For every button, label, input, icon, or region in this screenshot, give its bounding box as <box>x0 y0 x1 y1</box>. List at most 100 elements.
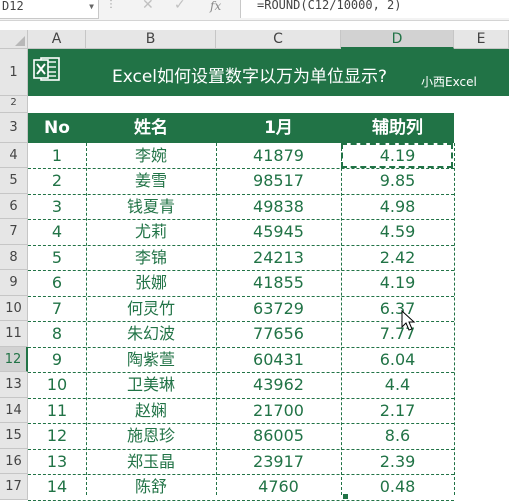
cell-name[interactable]: 陶紫萱 <box>86 347 216 372</box>
row-header-9[interactable]: 9 <box>0 270 28 296</box>
table-header-month[interactable]: 1月 <box>216 113 341 143</box>
cell-no[interactable]: 6 <box>28 270 86 296</box>
cell-name[interactable]: 施恩珍 <box>86 423 216 449</box>
cell-month[interactable]: 49838 <box>216 194 341 219</box>
cell-no[interactable]: 8 <box>28 321 86 347</box>
column-divider <box>454 143 455 495</box>
selected-cell[interactable] <box>341 143 453 168</box>
cell-month[interactable]: 24213 <box>216 245 341 270</box>
cell-no[interactable]: 13 <box>28 449 86 474</box>
excel-logo-icon <box>33 57 60 81</box>
row-header-4[interactable]: 4 <box>0 143 28 168</box>
fill-handle[interactable] <box>343 494 348 499</box>
row-header-11[interactable]: 11 <box>0 321 28 347</box>
row-header-5[interactable]: 5 <box>0 168 28 194</box>
cell-name[interactable]: 尤莉 <box>86 219 216 245</box>
cell-name[interactable]: 陈舒 <box>86 474 216 500</box>
cell-helper[interactable]: 2.39 <box>341 449 454 474</box>
row-header-16[interactable]: 16 <box>0 449 28 474</box>
cell-month[interactable]: 77656 <box>216 321 341 347</box>
title-banner: Excel如何设置数字以万为单位显示? 小西Excel <box>28 49 509 96</box>
cell-name[interactable]: 李锦 <box>86 245 216 270</box>
row-header-8[interactable]: 8 <box>0 245 28 270</box>
column-header-c[interactable]: C <box>216 30 341 49</box>
formula-input[interactable]: =ROUND(C12/10000, 2) <box>240 0 509 18</box>
cell-name[interactable]: 朱幻波 <box>86 321 216 347</box>
cell-month[interactable]: 98517 <box>216 168 341 194</box>
cell-name[interactable]: 李婉 <box>86 143 216 168</box>
row-header-13[interactable]: 13 <box>0 372 28 398</box>
banner-title: Excel如何设置数字以万为单位显示? <box>112 67 388 87</box>
cell-name[interactable]: 姜雪 <box>86 168 216 194</box>
cell-helper[interactable]: 9.85 <box>341 168 454 194</box>
cell-helper[interactable]: 4.19 <box>341 270 454 296</box>
row-header-14[interactable]: 14 <box>0 398 28 423</box>
cell-no[interactable]: 11 <box>28 398 86 423</box>
row-header-6[interactable]: 6 <box>0 194 28 219</box>
cell-no[interactable]: 4 <box>28 219 86 245</box>
cell-name[interactable]: 何灵竹 <box>86 296 216 321</box>
cell-month[interactable]: 45945 <box>216 219 341 245</box>
insert-function-icon[interactable]: fx <box>210 0 221 14</box>
cell-month[interactable]: 4760 <box>216 474 341 500</box>
cell-month[interactable]: 41855 <box>216 270 341 296</box>
row-header-2[interactable]: 2 <box>0 96 28 113</box>
cell-helper[interactable]: 2.42 <box>341 245 454 270</box>
cell-name[interactable]: 钱夏青 <box>86 194 216 219</box>
row-header-3[interactable]: 3 <box>0 113 28 143</box>
cell-helper[interactable]: 8.6 <box>341 423 454 449</box>
cell-month[interactable]: 43962 <box>216 372 341 398</box>
cell-helper[interactable]: 0.48 <box>341 474 454 500</box>
column-header-a[interactable]: A <box>28 30 86 49</box>
cell-no[interactable]: 5 <box>28 245 86 270</box>
cell-helper[interactable]: 4.59 <box>341 219 454 245</box>
cell-no[interactable]: 14 <box>28 474 86 500</box>
table-header-no[interactable]: No <box>28 113 86 143</box>
row-header-15[interactable]: 15 <box>0 423 28 449</box>
cell-name[interactable]: 郑玉晶 <box>86 449 216 474</box>
select-all-corner[interactable] <box>0 30 28 49</box>
cell-no[interactable]: 3 <box>28 194 86 219</box>
cell-no[interactable]: 10 <box>28 372 86 398</box>
cell-no[interactable]: 12 <box>28 423 86 449</box>
cell-no[interactable]: 1 <box>28 143 86 168</box>
cell-no[interactable]: 9 <box>28 347 86 372</box>
row-header-10[interactable]: 10 <box>0 296 28 321</box>
cell-helper[interactable]: 6.37 <box>341 296 454 321</box>
cell-name[interactable]: 张娜 <box>86 270 216 296</box>
column-header-d[interactable]: D <box>341 30 454 49</box>
banner-brand: 小西Excel <box>421 75 477 89</box>
cell-helper[interactable]: 2.17 <box>341 398 454 423</box>
cell-helper[interactable]: 7.77 <box>341 321 454 347</box>
formula-bar-separator-icon: ⋮ <box>106 0 116 10</box>
cell-month[interactable]: 21700 <box>216 398 341 423</box>
row-header-7[interactable]: 7 <box>0 219 28 245</box>
column-divider <box>341 143 342 495</box>
column-divider <box>86 143 87 495</box>
cell-name[interactable]: 赵娴 <box>86 398 216 423</box>
table-header-name[interactable]: 姓名 <box>86 113 216 143</box>
name-box[interactable]: D12 ▼ <box>0 0 99 19</box>
name-box-value: D12 <box>2 0 24 13</box>
cancel-icon[interactable]: ✕ <box>142 0 154 13</box>
table-header-helper[interactable]: 辅助列 <box>341 113 454 143</box>
cell-no[interactable]: 7 <box>28 296 86 321</box>
cell-no[interactable]: 2 <box>28 168 86 194</box>
cell-month[interactable]: 60431 <box>216 347 341 372</box>
row-header-1[interactable]: 1 <box>0 49 28 96</box>
column-header-b[interactable]: B <box>86 30 216 49</box>
row-header-17[interactable]: 17 <box>0 474 28 500</box>
cell-helper[interactable]: 4.4 <box>341 372 454 398</box>
cell-month[interactable]: 86005 <box>216 423 341 449</box>
cell-month[interactable]: 23917 <box>216 449 341 474</box>
cell-helper[interactable]: 4.98 <box>341 194 454 219</box>
mouse-cursor-icon <box>401 310 416 331</box>
chevron-down-icon[interactable]: ▼ <box>89 1 94 13</box>
cell-month[interactable]: 63729 <box>216 296 341 321</box>
cell-month[interactable]: 41879 <box>216 143 341 168</box>
cell-helper[interactable]: 6.04 <box>341 347 454 372</box>
column-header-e[interactable]: E <box>454 30 509 49</box>
enter-check-icon[interactable]: ✓ <box>174 0 186 13</box>
row-header-12[interactable]: 12 <box>0 347 28 372</box>
cell-name[interactable]: 卫美琳 <box>86 372 216 398</box>
